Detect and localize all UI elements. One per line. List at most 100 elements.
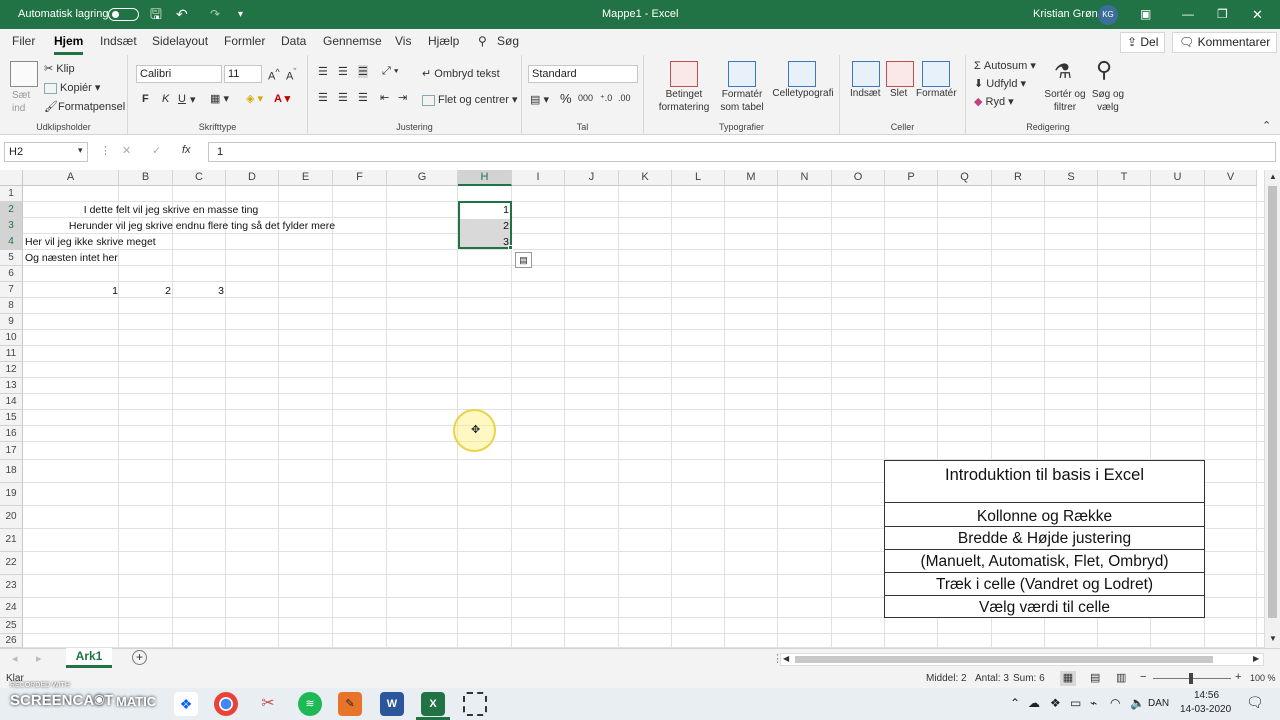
cell-a2[interactable]: I dette felt vil jeg skrive en masse tin… xyxy=(24,202,318,218)
font-family-select[interactable]: Calibri xyxy=(136,65,222,83)
row-header-3[interactable]: 3 xyxy=(0,218,23,234)
excel-icon[interactable]: X xyxy=(421,692,445,716)
magnifier-icon[interactable]: ⚲ xyxy=(1096,57,1112,83)
select-all-corner[interactable] xyxy=(0,170,23,186)
row-header-17[interactable]: 17 xyxy=(0,442,23,460)
zoom-slider-thumb[interactable] xyxy=(1189,673,1193,684)
battery-icon[interactable]: ▭ xyxy=(1070,696,1081,710)
row-header-4[interactable]: 4 xyxy=(0,234,23,250)
cut-button[interactable]: ✂ Klip xyxy=(44,62,75,75)
increase-decimal-icon[interactable]: ⁺.0 xyxy=(600,93,612,104)
scroll-left-icon[interactable]: ◀ xyxy=(783,654,789,663)
row-header-18[interactable]: 18 xyxy=(0,460,23,483)
maximize-icon[interactable]: ❐ xyxy=(1217,0,1228,29)
underline-dropdown-icon[interactable]: ▾ xyxy=(190,93,196,106)
row-header-19[interactable]: 19 xyxy=(0,483,23,506)
horizontal-scroll-thumb[interactable] xyxy=(795,656,1213,663)
row-header-5[interactable]: 5 xyxy=(0,250,23,266)
insert-function-icon[interactable]: fx xyxy=(182,144,191,156)
align-center-icon[interactable]: ☰ xyxy=(338,91,348,104)
row-header-21[interactable]: 21 xyxy=(0,529,23,552)
zoom-level[interactable]: 100 % xyxy=(1250,673,1276,683)
paste-icon[interactable] xyxy=(10,61,38,87)
border-icon[interactable]: ▦ ▾ xyxy=(210,92,229,105)
search-icon[interactable]: ⚲ xyxy=(478,29,487,55)
column-header-d[interactable]: D xyxy=(226,170,279,186)
column-header-s[interactable]: S xyxy=(1045,170,1098,186)
clock-time[interactable]: 14:56 xyxy=(1194,690,1219,701)
column-header-r[interactable]: R xyxy=(992,170,1045,186)
zoom-in-icon[interactable]: + xyxy=(1235,671,1241,683)
dropbox-tray-icon[interactable]: ❖ xyxy=(1050,696,1061,710)
row-header-23[interactable]: 23 xyxy=(0,575,23,598)
zoom-out-icon[interactable]: − xyxy=(1140,671,1146,683)
language-indicator[interactable]: DAN xyxy=(1148,698,1169,709)
save-icon[interactable]: 🖫 xyxy=(150,0,162,29)
row-header-10[interactable]: 10 xyxy=(0,330,23,346)
name-box[interactable]: H2 xyxy=(4,142,88,162)
autosum-button[interactable]: Σ Autosum ▾ xyxy=(974,59,1036,72)
column-header-e[interactable]: E xyxy=(279,170,333,186)
info-textbox[interactable]: Introduktion til basis i Excel Kollonne … xyxy=(884,460,1205,618)
close-icon[interactable]: ✕ xyxy=(1252,0,1263,29)
thousands-icon[interactable]: 000 xyxy=(578,93,593,103)
insert-cells-button[interactable]: Indsæt xyxy=(850,88,881,99)
row-header-15[interactable]: 15 xyxy=(0,410,23,426)
column-header-l[interactable]: L xyxy=(672,170,725,186)
row-header-12[interactable]: 12 xyxy=(0,362,23,378)
bold-button[interactable]: F xyxy=(142,93,149,105)
row-header-14[interactable]: 14 xyxy=(0,394,23,410)
cell-h2[interactable]: 1 xyxy=(460,202,509,218)
align-left-icon[interactable]: ☰ xyxy=(318,91,328,104)
row-header-7[interactable]: 7 xyxy=(0,282,23,298)
redo-icon[interactable]: ↷ xyxy=(210,0,220,29)
cell-styles-button[interactable]: Celletypografi xyxy=(770,88,836,99)
orientation-icon[interactable]: ⤢ ▾ xyxy=(382,65,398,78)
cell-styles-icon[interactable] xyxy=(788,61,816,87)
column-header-k[interactable]: K xyxy=(619,170,672,186)
undo-icon[interactable]: ↶ xyxy=(176,0,188,29)
increase-indent-icon[interactable]: ⇥ xyxy=(398,91,407,104)
formula-more-icon[interactable]: ⋮ xyxy=(100,144,111,157)
horizontal-scrollbar[interactable]: ◀ ▶ xyxy=(780,653,1264,666)
column-header-o[interactable]: O xyxy=(832,170,885,186)
tab-search[interactable]: Søg xyxy=(497,29,519,55)
comments-button[interactable]: 🗨 Kommentarer xyxy=(1172,32,1278,53)
cancel-entry-icon[interactable]: ✕ xyxy=(122,144,131,157)
screen-capture-icon[interactable] xyxy=(463,692,487,716)
align-middle-icon[interactable]: ☰ xyxy=(338,65,348,78)
onedrive-icon[interactable]: ☁ xyxy=(1028,696,1040,710)
worksheet-grid[interactable]: ABCDEFGHIJKLMNOPQRSTUV 1 2 3 4 5 6 7 8 9 10 11 12 13… xyxy=(0,170,1264,648)
format-table-icon[interactable] xyxy=(728,61,756,87)
format-painter-button[interactable]: 🖌Formatpensel xyxy=(44,100,125,113)
tab-page-layout[interactable]: Sidelayout xyxy=(152,29,208,55)
conditional-format-button[interactable]: Betinget formatering xyxy=(650,88,718,114)
collapse-ribbon-icon[interactable]: ⌃ xyxy=(1262,119,1271,132)
insert-cells-icon[interactable] xyxy=(852,61,880,87)
share-button[interactable]: ⇪ Del xyxy=(1120,32,1166,53)
row-header-16[interactable]: 16 xyxy=(0,426,23,442)
column-header-n[interactable]: N xyxy=(778,170,832,186)
decrease-decimal-icon[interactable]: .00 xyxy=(618,93,631,103)
word-icon[interactable]: W xyxy=(380,692,404,716)
quick-analysis-icon[interactable]: ▤ xyxy=(515,252,532,268)
fill-color-icon[interactable]: ◈ ▾ xyxy=(246,92,263,105)
clock-date[interactable]: 14-03-2020 xyxy=(1180,704,1231,715)
notifications-icon[interactable]: 🗨 xyxy=(1246,694,1264,711)
grow-font-icon[interactable]: A^ xyxy=(268,67,280,83)
shrink-font-icon[interactable]: Aˇ xyxy=(286,67,296,83)
page-break-view-icon[interactable]: ▥ xyxy=(1116,671,1126,684)
delete-cells-button[interactable]: Slet xyxy=(890,88,907,99)
row-header-25[interactable]: 25 xyxy=(0,618,23,634)
cell-a3[interactable]: Herunder vil jeg skrive endnu flere ting… xyxy=(24,218,380,234)
autosave-toggle[interactable] xyxy=(108,8,139,21)
merge-center-button[interactable]: Flet og centrer ▾ xyxy=(422,93,518,106)
network-icon[interactable]: ⌁ xyxy=(1090,696,1097,710)
column-header-g[interactable]: G xyxy=(387,170,458,186)
user-name[interactable]: Kristian Grøn xyxy=(1033,0,1098,29)
row-header-22[interactable]: 22 xyxy=(0,552,23,575)
row-header-13[interactable]: 13 xyxy=(0,378,23,394)
tab-data[interactable]: Data xyxy=(281,29,306,55)
cell-a7[interactable]: 1 xyxy=(24,283,118,299)
fill-button[interactable]: ⬇ Udfyld ▾ xyxy=(974,77,1026,90)
